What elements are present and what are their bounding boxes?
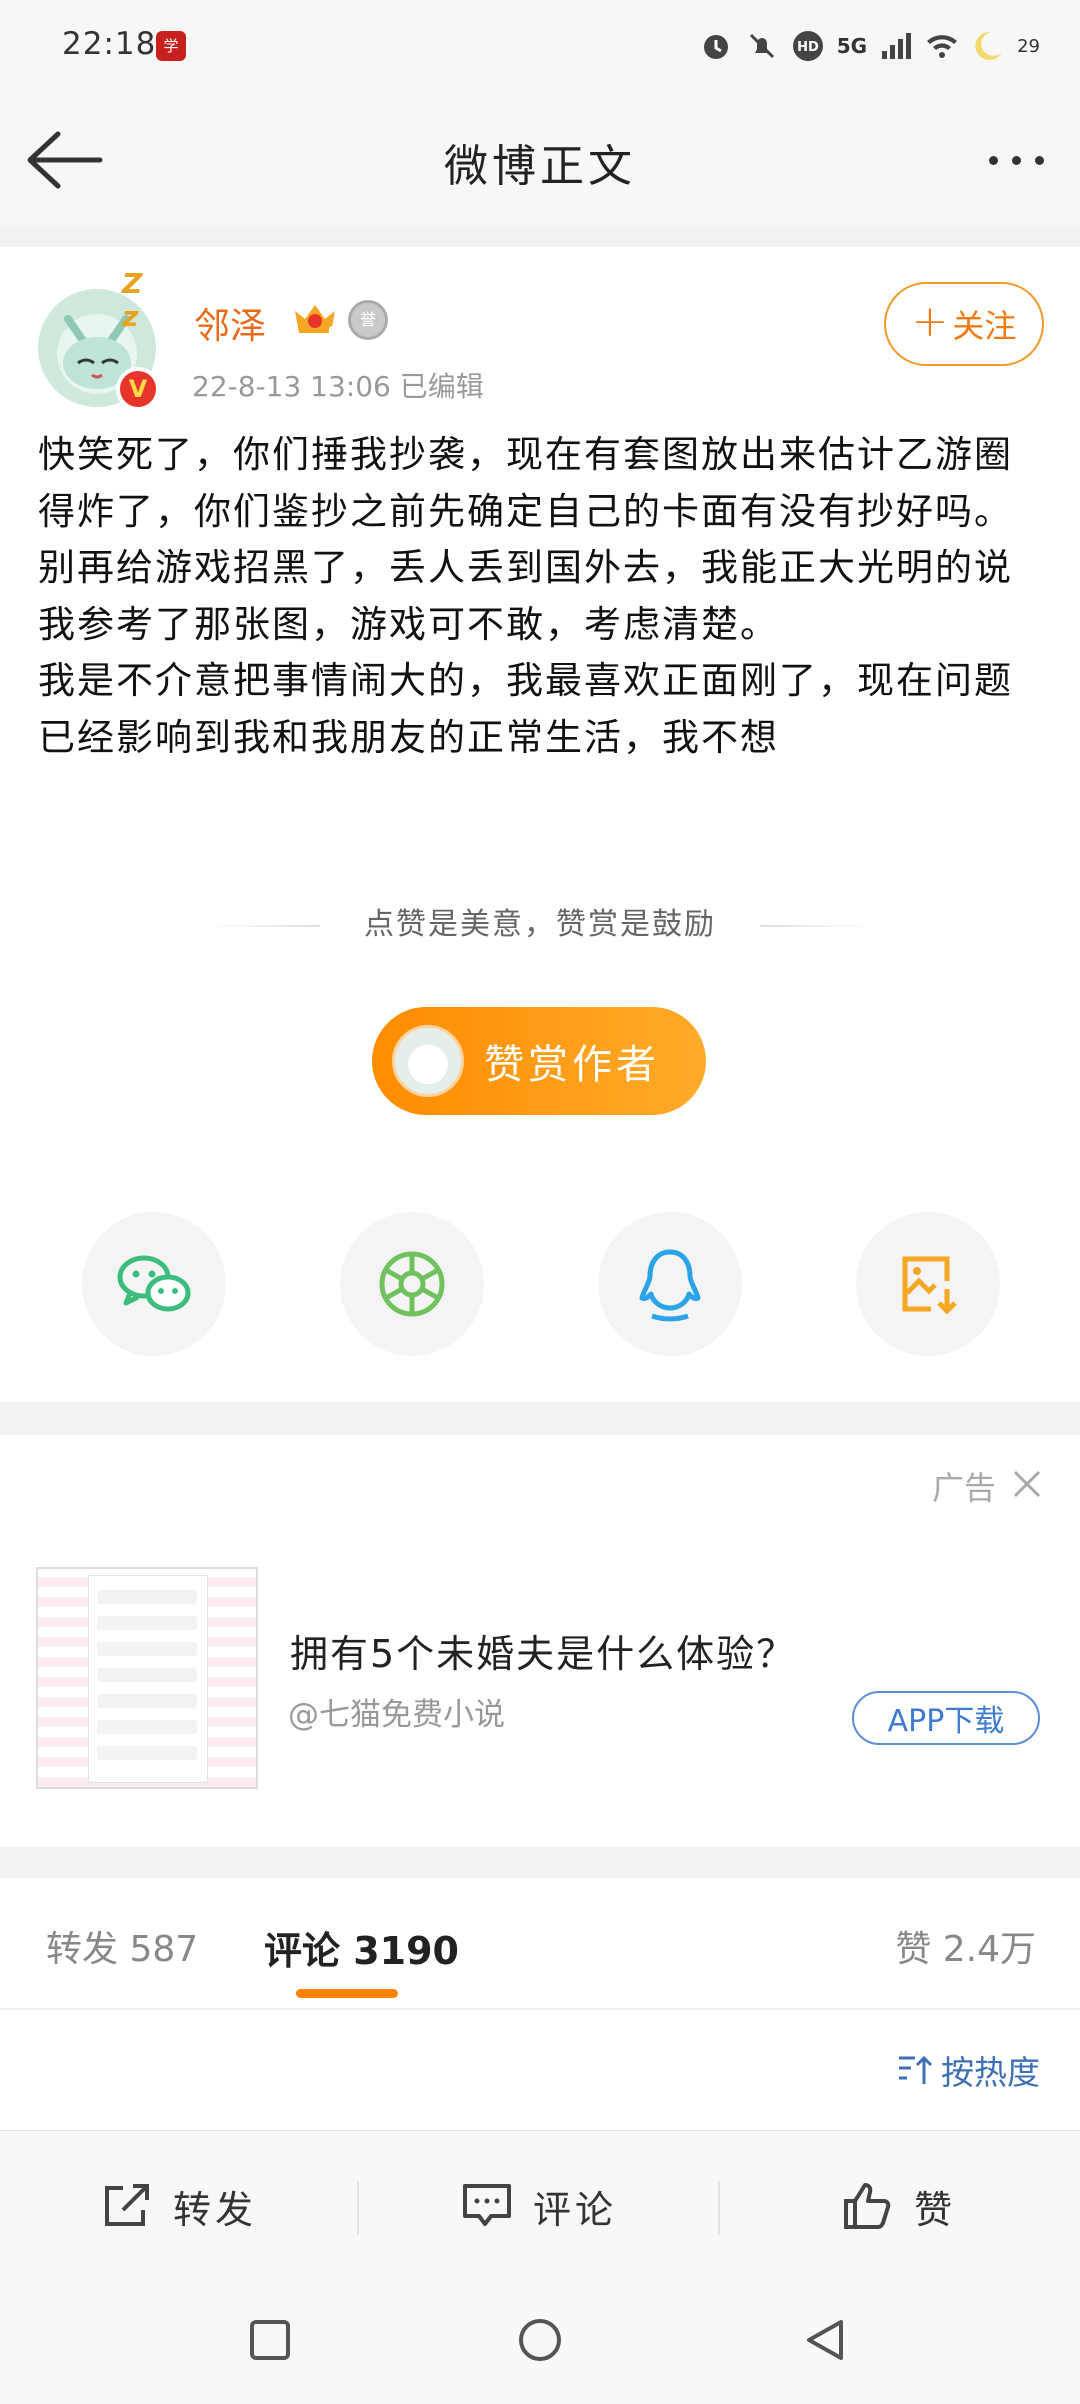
share-wechat-button[interactable]: [82, 1212, 226, 1356]
post-paragraph: 别再给游戏招黑了，丢人丢到国外去，我能正大光明的说我参考了那张图，游戏可不敢，考…: [38, 546, 1013, 646]
vip-level: 6: [328, 324, 336, 338]
active-tab-indicator: [296, 1989, 398, 1998]
svg-text:HD: HD: [797, 40, 819, 55]
more-options-button[interactable]: [976, 135, 1056, 185]
share-moments-button[interactable]: [340, 1212, 484, 1356]
sort-bar: 按热度: [0, 2010, 1080, 2130]
share-icon: [104, 2184, 149, 2226]
wechat-icon: [117, 1255, 191, 1312]
status-time: 22:18: [62, 26, 157, 62]
repost-button[interactable]: 转发: [0, 2131, 358, 2281]
sleep-zz-icon: Zz: [122, 267, 143, 333]
thumbs-up-icon: [843, 2183, 891, 2229]
repost-label: 转发: [172, 2187, 257, 2232]
reward-tip: 点赞是美意，赞赏是鼓励: [364, 907, 716, 942]
title-bar: 微博正文: [0, 95, 1080, 225]
ad-title[interactable]: 拥有5个未婚夫是什么体验？: [290, 1623, 796, 1678]
post-paragraph: 快笑死了，你们捶我抄袭，现在有套图放出来估计乙游圈得炸了，你们鉴抄之前先确定自己…: [38, 433, 1013, 533]
save-image-button[interactable]: [856, 1212, 1000, 1356]
status-icons: HD 5G 29: [699, 26, 1040, 66]
battery-icon: [975, 31, 1003, 60]
qq-icon: [639, 1249, 701, 1322]
sort-label: 按热度: [941, 2053, 1040, 2092]
home-button[interactable]: [510, 2310, 570, 2370]
comment-label: 评论: [532, 2187, 617, 2232]
comment-button[interactable]: 评论: [360, 2131, 718, 2281]
circle-icon: [519, 2319, 561, 2361]
divider: [357, 2181, 359, 2235]
like-button[interactable]: 赞: [720, 2131, 1078, 2281]
status-bar: 22:18 学 HD 5G 29: [0, 0, 1080, 95]
square-icon: [250, 2320, 290, 2360]
post-body: 快笑死了，你们捶我抄袭，现在有套图放出来估计乙游圈得炸了，你们鉴抄之前先确定自己…: [38, 427, 1048, 817]
system-nav-bar: [0, 2280, 1080, 2404]
ad-label: 广告: [932, 1469, 997, 1507]
wifi-icon: [927, 35, 958, 58]
vip-crown-icon: 6: [295, 305, 336, 338]
sort-icon: [899, 2055, 933, 2084]
alarm-icon: [703, 35, 728, 59]
sort-by-hot-button[interactable]: 按热度: [897, 2046, 1040, 2094]
follow-label: 关注: [952, 307, 1017, 345]
battery-level: 29: [1017, 35, 1040, 57]
mute-icon: [749, 33, 774, 59]
verified-badge: V: [116, 367, 160, 411]
tab-likes[interactable]: 赞 2.4万: [895, 1920, 1036, 1972]
author-name[interactable]: 邻泽: [194, 297, 266, 349]
triangle-back-icon: [807, 2320, 843, 2360]
recent-apps-button[interactable]: [240, 2310, 300, 2370]
network-type: 5G: [836, 34, 868, 58]
post-card: Zz V 邻泽 6 誉 22-8-13 13:06 已编辑 + 关注 快笑死了，…: [0, 247, 1080, 1402]
author-avatar-small: [392, 1025, 464, 1097]
divider: [760, 925, 870, 927]
tab-repost[interactable]: 转发 587: [46, 1920, 198, 1972]
system-back-button[interactable]: [795, 2310, 855, 2370]
close-icon[interactable]: [1012, 1469, 1042, 1499]
signal-icon: [882, 33, 912, 59]
ad-source: @七猫免费小说: [288, 1697, 505, 1733]
follow-button[interactable]: + 关注: [884, 282, 1044, 366]
save-image-icon: [902, 1256, 957, 1315]
post-time: 22-8-13 13:06 已编辑: [192, 370, 484, 403]
notification-app-icon: 学: [156, 31, 186, 61]
like-label: 赞: [913, 2187, 956, 2232]
reward-label: 赞赏作者: [484, 1042, 660, 1088]
share-qq-button[interactable]: [598, 1212, 742, 1356]
plus-icon: +: [911, 296, 949, 347]
post-tabs: 转发 587 评论 3190 赞 2.4万: [0, 1878, 1080, 2010]
app-download-button[interactable]: APP下载: [852, 1691, 1040, 1745]
post-paragraph: 我是不介意把事情闹大的，我最喜欢正面刚了，现在问题已经影响到我和我朋友的正常生活…: [38, 659, 1013, 759]
ad-thumbnail[interactable]: [36, 1567, 258, 1789]
medal-badge: 誉: [348, 300, 388, 340]
bottom-action-bar: 转发 评论 赞: [0, 2130, 1080, 2280]
hd-icon: HD: [792, 31, 823, 61]
page-title: 微博正文: [444, 141, 636, 192]
ad-card[interactable]: 广告 拥有5个未婚夫是什么体验？ @七猫免费小说 APP下载: [0, 1435, 1080, 1847]
reward-author-button[interactable]: 赞赏作者: [372, 1007, 706, 1115]
tab-comments[interactable]: 评论 3190: [264, 1920, 459, 1975]
moments-icon: [379, 1251, 445, 1317]
comment-icon: [462, 2184, 511, 2226]
